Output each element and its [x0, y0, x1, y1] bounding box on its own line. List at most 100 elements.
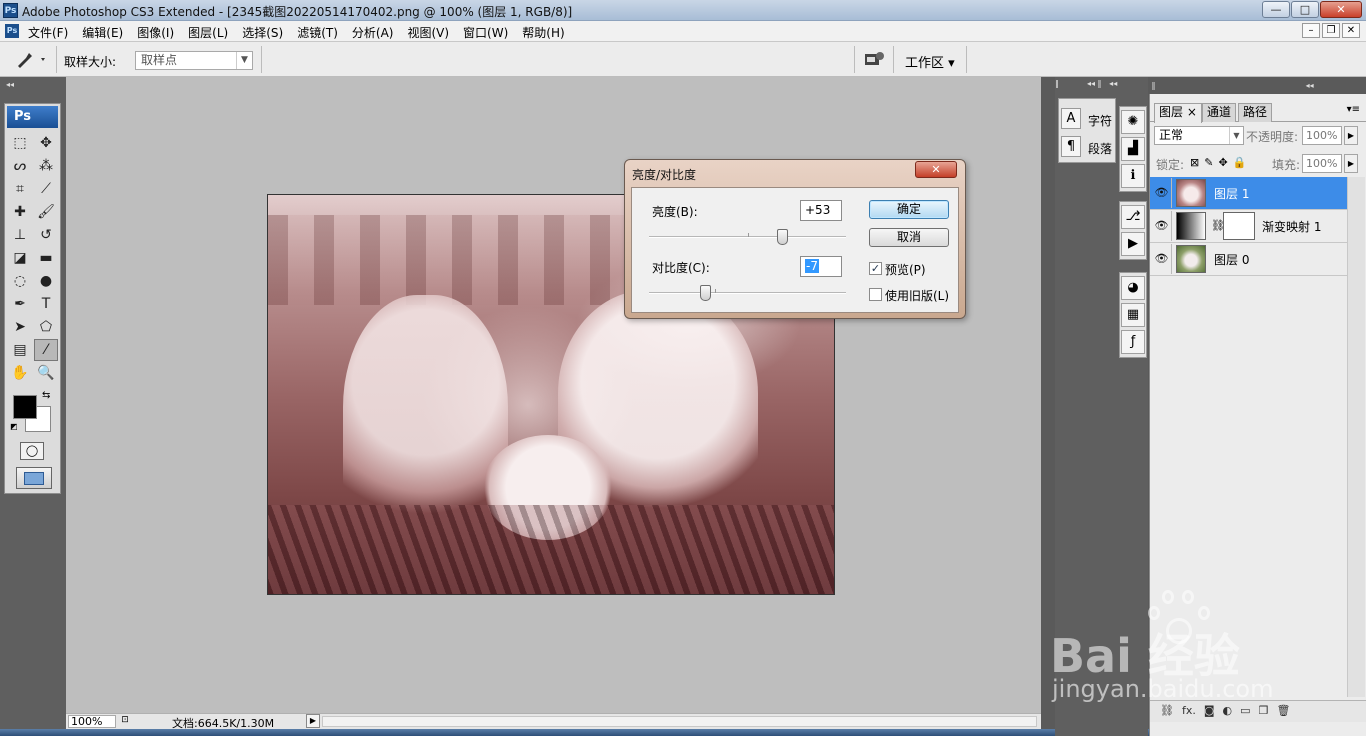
screen-mode-icon[interactable] [16, 467, 52, 489]
styles-icon[interactable]: ƒ [1121, 330, 1145, 354]
quick-mask-icon[interactable]: ◯ [20, 442, 44, 460]
fill-arrow-icon[interactable]: ▶ [1344, 154, 1358, 173]
contrast-slider-track[interactable] [649, 289, 846, 294]
toolbox-collapse-icon[interactable]: ◂◂ [0, 80, 62, 89]
status-bar: 100% ⊡ 文档:664.5K/1.30M ▶ [66, 713, 1041, 730]
menu-edit[interactable]: 编辑(E) [82, 24, 123, 41]
layer-thumbnail [1176, 245, 1206, 273]
paragraph-panel-button[interactable]: ¶ 段落 [1061, 134, 1115, 160]
magic-wand-tool-icon[interactable]: ⁂ [34, 155, 58, 177]
cancel-button[interactable]: 取消 [869, 228, 949, 247]
character-panel-button[interactable]: A 字符 [1061, 106, 1115, 132]
crop-tool-icon[interactable]: ⌗ [8, 178, 32, 200]
blur-tool-icon[interactable]: ◌ [8, 270, 32, 292]
document-icon[interactable]: Ps [5, 24, 19, 38]
slice-tool-icon[interactable]: ⟋ [34, 178, 58, 200]
layers-panel-grip[interactable]: ‖ ◂◂ [1149, 81, 1366, 93]
brightness-slider-thumb[interactable] [777, 229, 789, 245]
bridge-icon[interactable] [862, 50, 888, 70]
notes-tool-icon[interactable]: ▤ [8, 339, 32, 361]
gradient-tool-icon[interactable]: ▬ [34, 247, 58, 269]
pen-tool-icon[interactable]: ✒ [8, 293, 32, 315]
history-icon[interactable]: ⎇ [1121, 205, 1145, 229]
opacity-input[interactable]: 100% [1302, 126, 1342, 145]
healing-tool-icon[interactable]: ✚ [8, 201, 32, 223]
status-info-icon[interactable]: ⊡ [118, 715, 132, 728]
menu-analysis[interactable]: 分析(A) [352, 24, 394, 41]
menu-window[interactable]: 窗口(W) [463, 24, 508, 41]
shape-tool-icon[interactable]: ⬠ [34, 316, 58, 338]
character-label: 字符 [1088, 114, 1113, 128]
color-icon[interactable]: ◕ [1121, 276, 1145, 300]
contrast-slider-thumb[interactable] [700, 285, 712, 301]
photoshop-icon: Ps [3, 3, 18, 18]
eyedropper-tool-icon[interactable]: ⁄ [34, 339, 58, 361]
swap-colors-icon[interactable]: ⇆ [42, 390, 50, 401]
marquee-tool-icon[interactable]: ⬚ [8, 132, 32, 154]
actions-icon[interactable]: ▶ [1121, 232, 1145, 256]
tab-paths[interactable]: 路径 [1238, 103, 1273, 122]
fill-input[interactable]: 100% [1302, 154, 1342, 173]
lock-pixels-icon[interactable]: ✎ [1204, 156, 1213, 169]
maximize-button[interactable]: □ [1291, 1, 1319, 18]
brush-tool-icon[interactable]: 🖌 [34, 201, 58, 223]
tab-layers[interactable]: 图层 × [1154, 103, 1202, 123]
zoom-level-field[interactable]: 100% [68, 715, 116, 728]
status-menu-arrow-icon[interactable]: ▶ [306, 714, 320, 728]
menu-view[interactable]: 视图(V) [407, 24, 449, 41]
layer-row-layer1[interactable]: 👁 图层 1 [1150, 177, 1347, 210]
histogram-icon[interactable]: ▟ [1121, 137, 1145, 161]
foreground-color-swatch[interactable] [13, 395, 37, 419]
workspace-menu[interactable]: 工作区 ▾ [905, 52, 955, 71]
use-legacy-checkbox[interactable] [869, 288, 882, 301]
brightness-input[interactable]: +53 [800, 200, 842, 221]
layer-row-gradient-map[interactable]: 👁 ⛓ 渐变映射 1 [1150, 210, 1347, 243]
sample-size-select[interactable]: 取样点 ▼ [135, 51, 253, 70]
path-select-tool-icon[interactable]: ➤ [8, 316, 32, 338]
move-tool-icon[interactable]: ✥ [34, 132, 58, 154]
contrast-input[interactable]: -7 [800, 256, 842, 277]
visibility-eye-icon[interactable]: 👁 [1152, 244, 1172, 274]
type-tool-icon[interactable]: T [34, 293, 58, 315]
close-button[interactable]: ✕ [1320, 1, 1362, 18]
doc-restore-button[interactable]: ❐ [1322, 23, 1340, 38]
eyedropper-icon[interactable] [10, 50, 50, 70]
preview-checkbox[interactable]: ✓ [869, 262, 882, 275]
menu-help[interactable]: 帮助(H) [522, 24, 564, 41]
visibility-eye-icon[interactable]: 👁 [1152, 211, 1172, 241]
opacity-arrow-icon[interactable]: ▶ [1344, 126, 1358, 145]
eraser-tool-icon[interactable]: ◪ [8, 247, 32, 269]
hand-tool-icon[interactable]: ✋ [8, 362, 32, 384]
menu-layer[interactable]: 图层(L) [188, 24, 228, 41]
doc-minimize-button[interactable]: – [1302, 23, 1320, 38]
lasso-tool-icon[interactable]: ᔕ [8, 155, 32, 177]
dialog-close-button[interactable]: ✕ [915, 161, 957, 178]
panel-menu-icon[interactable]: ▾≡ [1347, 104, 1360, 115]
doc-close-button[interactable]: ✕ [1342, 23, 1360, 38]
info-icon[interactable]: ℹ [1121, 164, 1145, 188]
default-colors-icon[interactable]: ◩ [10, 422, 18, 431]
ok-button[interactable]: 确定 [869, 200, 949, 219]
lock-icons: ⊠ ✎ ✥ 🔒 [1190, 156, 1246, 169]
layer-row-layer0[interactable]: 👁 图层 0 [1150, 243, 1347, 276]
swatches-icon[interactable]: ▦ [1121, 303, 1145, 327]
menu-filter[interactable]: 滤镜(T) [297, 24, 338, 41]
menu-file[interactable]: 文件(F) [28, 24, 68, 41]
layer-name: 图层 1 [1214, 187, 1250, 201]
blend-mode-select[interactable]: 正常 ▼ [1154, 126, 1244, 145]
minimize-button[interactable]: — [1262, 1, 1290, 18]
tab-channels[interactable]: 通道 [1202, 103, 1237, 122]
horizontal-scrollbar[interactable] [322, 716, 1037, 727]
lock-all-icon[interactable]: 🔒 [1233, 156, 1247, 169]
menu-select[interactable]: 选择(S) [242, 24, 283, 41]
zoom-tool-icon[interactable]: 🔍 [34, 362, 58, 384]
brightness-slider-track[interactable] [649, 233, 846, 238]
dodge-tool-icon[interactable]: ● [34, 270, 58, 292]
lock-position-icon[interactable]: ✥ [1218, 156, 1227, 169]
visibility-eye-icon[interactable]: 👁 [1152, 178, 1172, 208]
stamp-tool-icon[interactable]: ⊥ [8, 224, 32, 246]
history-brush-tool-icon[interactable]: ↺ [34, 224, 58, 246]
lock-transparency-icon[interactable]: ⊠ [1190, 156, 1199, 169]
menu-image[interactable]: 图像(I) [137, 24, 174, 41]
navigator-icon[interactable]: ✺ [1121, 110, 1145, 134]
